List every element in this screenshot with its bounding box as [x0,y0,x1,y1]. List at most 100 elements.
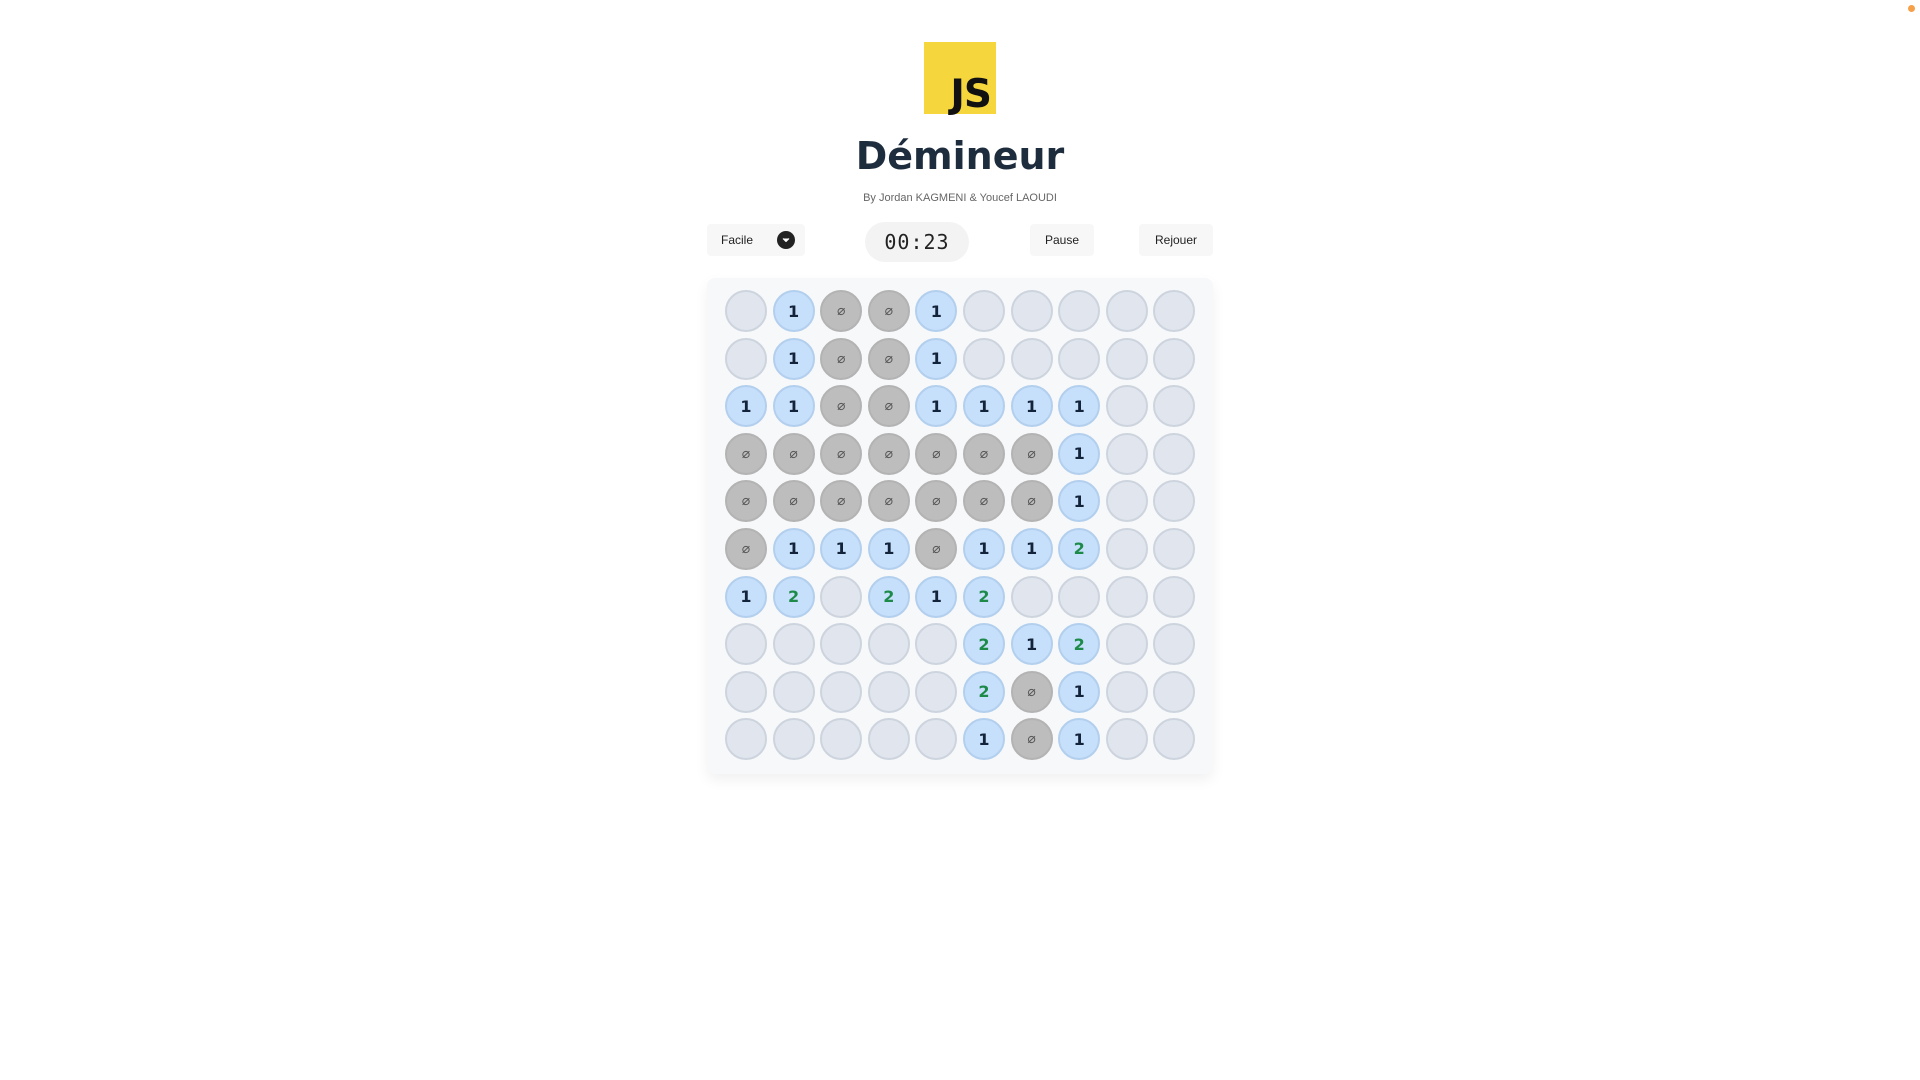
cell-hidden[interactable] [1010,337,1053,380]
cell-hidden[interactable] [1105,480,1148,523]
cell-empty[interactable]: ⌀ [915,480,958,523]
cell-hidden[interactable] [962,337,1005,380]
cell-empty[interactable]: ⌀ [772,480,815,523]
cell-empty[interactable]: ⌀ [820,337,863,380]
cell-empty[interactable]: ⌀ [1010,432,1053,475]
cell-empty[interactable]: ⌀ [820,480,863,523]
cell-hidden[interactable] [962,290,1005,332]
cell-hidden[interactable] [1153,575,1196,618]
cell-hidden[interactable] [1153,432,1196,475]
cell-empty[interactable]: ⌀ [962,480,1005,523]
cell-hidden[interactable] [915,718,958,761]
cell-hidden[interactable] [1153,385,1196,428]
cell-hidden[interactable] [772,670,815,713]
cell-hidden[interactable] [867,718,910,761]
cell-empty[interactable]: ⌀ [867,337,910,380]
cell-hidden[interactable] [1010,575,1053,618]
cell-empty[interactable]: ⌀ [725,527,767,570]
cell-hidden[interactable] [1105,670,1148,713]
cell-empty[interactable]: ⌀ [915,527,958,570]
cell-number[interactable]: 1 [1058,480,1101,523]
cell-hidden[interactable] [1153,718,1196,761]
cell-hidden[interactable] [1153,527,1196,570]
cell-hidden[interactable] [867,670,910,713]
cell-empty[interactable]: ⌀ [772,432,815,475]
cell-number[interactable]: 2 [962,623,1005,666]
difficulty-select[interactable]: Facile [707,224,805,256]
cell-hidden[interactable] [772,718,815,761]
cell-empty[interactable]: ⌀ [725,432,767,475]
cell-empty[interactable]: ⌀ [915,432,958,475]
cell-number[interactable]: 1 [772,290,815,332]
cell-number[interactable]: 1 [1010,623,1053,666]
cell-hidden[interactable] [1105,337,1148,380]
cell-empty[interactable]: ⌀ [867,385,910,428]
cell-hidden[interactable] [1105,623,1148,666]
cell-number[interactable]: 1 [725,385,767,428]
cell-empty[interactable]: ⌀ [1010,718,1053,761]
cell-number[interactable]: 1 [1058,718,1101,761]
cell-number[interactable]: 2 [962,575,1005,618]
cell-empty[interactable]: ⌀ [867,290,910,332]
cell-hidden[interactable] [915,670,958,713]
cell-hidden[interactable] [1105,575,1148,618]
cell-number[interactable]: 2 [772,575,815,618]
cell-number[interactable]: 2 [867,575,910,618]
cell-number[interactable]: 1 [915,337,958,380]
cell-empty[interactable]: ⌀ [725,480,767,523]
cell-empty[interactable]: ⌀ [1010,670,1053,713]
cell-hidden[interactable] [820,718,863,761]
cell-hidden[interactable] [820,670,863,713]
cell-empty[interactable]: ⌀ [867,480,910,523]
cell-empty[interactable]: ⌀ [1010,480,1053,523]
cell-hidden[interactable] [725,623,767,666]
cell-hidden[interactable] [1153,337,1196,380]
cell-hidden[interactable] [1105,718,1148,761]
cell-hidden[interactable] [725,670,767,713]
cell-number[interactable]: 1 [1010,527,1053,570]
cell-number[interactable]: 1 [772,527,815,570]
cell-hidden[interactable] [725,718,767,761]
cell-number[interactable]: 1 [915,290,958,332]
cell-number[interactable]: 1 [1058,385,1101,428]
cell-number[interactable]: 1 [772,385,815,428]
pause-button[interactable]: Pause [1030,224,1094,256]
cell-hidden[interactable] [1058,337,1101,380]
cell-empty[interactable]: ⌀ [820,432,863,475]
cell-hidden[interactable] [1153,623,1196,666]
cell-empty[interactable]: ⌀ [820,385,863,428]
cell-hidden[interactable] [1058,290,1101,332]
cell-number[interactable]: 1 [915,575,958,618]
cell-hidden[interactable] [915,623,958,666]
cell-number[interactable]: 1 [962,527,1005,570]
cell-hidden[interactable] [1010,290,1053,332]
cell-hidden[interactable] [1153,670,1196,713]
cell-number[interactable]: 2 [1058,527,1101,570]
cell-hidden[interactable] [867,623,910,666]
cell-number[interactable]: 2 [962,670,1005,713]
cell-hidden[interactable] [820,623,863,666]
cell-number[interactable]: 1 [1058,670,1101,713]
cell-number[interactable]: 1 [820,527,863,570]
cell-hidden[interactable] [1105,432,1148,475]
cell-empty[interactable]: ⌀ [867,432,910,475]
cell-hidden[interactable] [820,575,863,618]
chevron-down-icon[interactable] [777,231,795,249]
cell-number[interactable]: 2 [1058,623,1101,666]
cell-number[interactable]: 1 [867,527,910,570]
cell-hidden[interactable] [1105,527,1148,570]
cell-number[interactable]: 1 [725,575,767,618]
cell-hidden[interactable] [1105,385,1148,428]
cell-hidden[interactable] [725,337,767,380]
cell-number[interactable]: 1 [915,385,958,428]
cell-hidden[interactable] [772,623,815,666]
cell-hidden[interactable] [1153,480,1196,523]
cell-hidden[interactable] [1105,290,1148,332]
cell-hidden[interactable] [1058,575,1101,618]
cell-number[interactable]: 1 [772,337,815,380]
cell-number[interactable]: 1 [962,718,1005,761]
cell-hidden[interactable] [1153,290,1196,332]
cell-empty[interactable]: ⌀ [820,290,863,332]
cell-number[interactable]: 1 [1010,385,1053,428]
replay-button[interactable]: Rejouer [1139,224,1213,256]
